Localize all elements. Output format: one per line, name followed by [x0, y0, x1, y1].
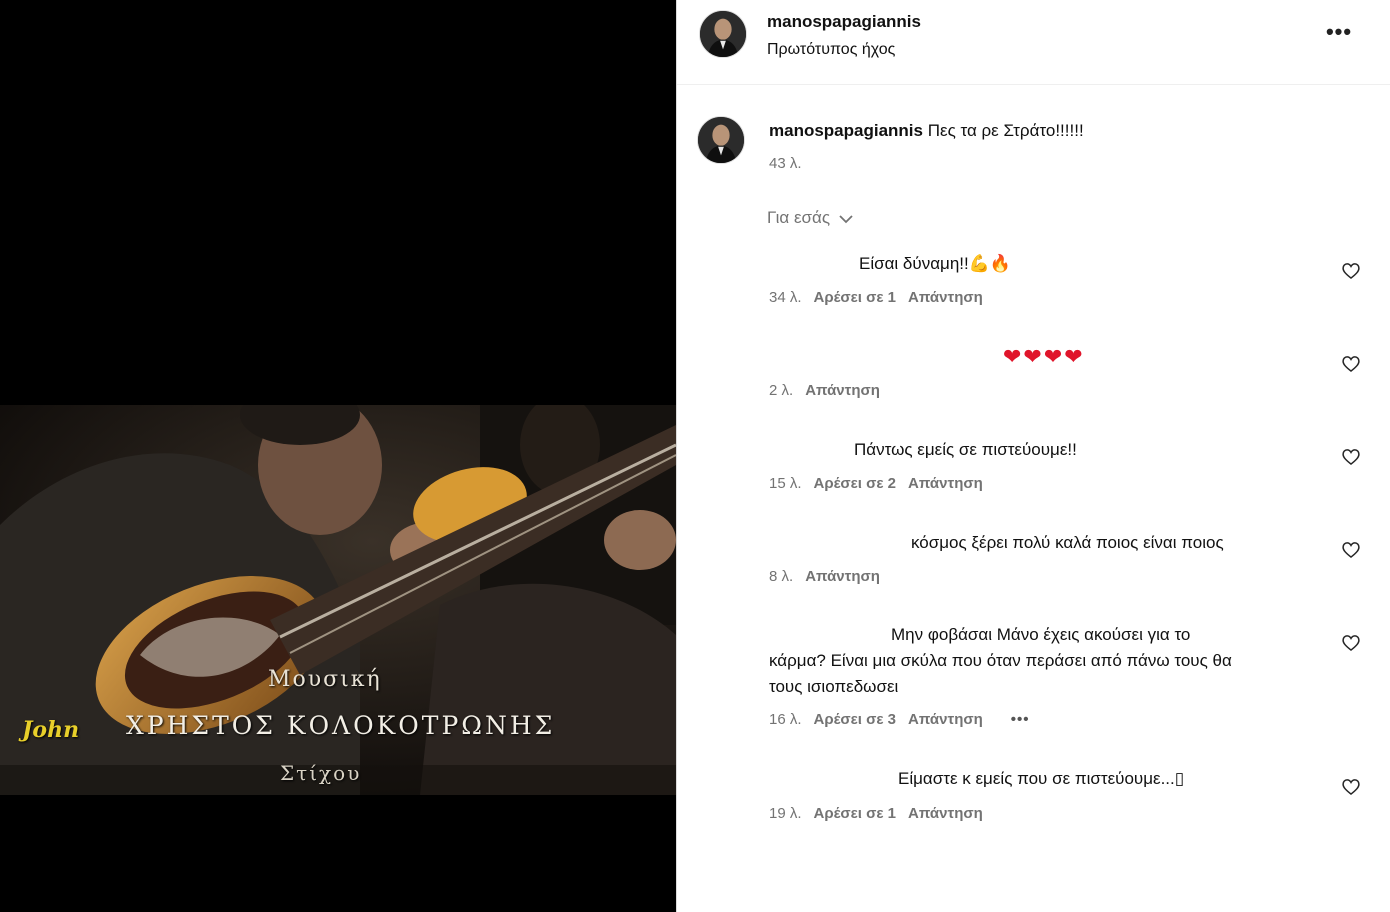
chevron-down-icon	[839, 214, 853, 223]
caption-text: manospapagiannis Πες τα ρε Στράτο!!!!!!	[769, 121, 1084, 141]
reply-button[interactable]: Απάντηση	[908, 289, 983, 306]
comment-likes[interactable]: Αρέσει σε 3	[814, 711, 897, 728]
profile-photo-icon	[700, 11, 746, 57]
like-heart-icon[interactable]	[1341, 777, 1361, 797]
header-username[interactable]: manospapagiannis	[767, 12, 921, 32]
comment-6-text: Είμαστε κ εμείς που σε πιστεύουμε...▯	[898, 766, 1184, 792]
comment-3-meta: 15 λ. Αρέσει σε 2 Απάντηση	[769, 475, 983, 492]
reply-button[interactable]: Απάντηση	[908, 475, 983, 492]
header-avatar[interactable]	[699, 10, 747, 58]
comment-1-meta: 34 λ. Αρέσει σε 1 Απάντηση	[769, 289, 983, 306]
comment-time: 8 λ.	[769, 568, 794, 585]
like-heart-icon[interactable]	[1341, 447, 1361, 467]
video-caption-small: Μουσική	[268, 667, 382, 692]
like-heart-icon[interactable]	[1341, 354, 1361, 374]
comment-5-line3: τους ισιοπεδωσει	[769, 677, 899, 696]
comment-time: 2 λ.	[769, 382, 794, 399]
comment-time: 16 λ.	[769, 711, 802, 728]
comment-2-meta: 2 λ. Απάντηση	[769, 382, 880, 399]
video-frame[interactable]: Μουσική John ΧΡΗΣΤΟΣ ΚΟΛΟΚΟΤΡΩΝΗΣ Στίχου	[0, 405, 676, 795]
profile-photo-icon	[698, 117, 744, 163]
comment-2-text: ❤❤❤❤	[1003, 344, 1085, 369]
comment-time: 19 λ.	[769, 805, 802, 822]
fire-emoji: 🔥	[989, 254, 1012, 273]
comment-likes[interactable]: Αρέσει σε 2	[814, 475, 897, 492]
comment-likes[interactable]: Αρέσει σε 1	[814, 805, 897, 822]
caption-time: 43 λ.	[769, 155, 802, 172]
video-caption-john: John	[22, 717, 80, 743]
reply-button[interactable]: Απάντηση	[805, 382, 880, 399]
caption-body: Πες τα ρε Στράτο!!!!!!	[927, 121, 1084, 140]
muscle-emoji: 💪	[968, 254, 990, 273]
unknown-glyph: ▯	[1174, 769, 1185, 788]
comment-1-text: Είσαι δύναμη!!💪🔥	[859, 251, 1011, 277]
comment-5-line1: Μην φοβάσαι Μάνο έχεις ακούσει για το	[891, 625, 1191, 644]
post-side-panel: manospapagiannis Πρωτότυπος ήχος ••• man…	[676, 0, 1390, 912]
like-heart-icon[interactable]	[1341, 261, 1361, 281]
comment-5-meta: 16 λ. Αρέσει σε 3 Απάντηση •••	[769, 711, 1030, 728]
reply-button[interactable]: Απάντηση	[908, 711, 983, 728]
more-options-icon[interactable]: •••	[1325, 21, 1353, 46]
comment-sort-dropdown[interactable]: Για εσάς	[767, 208, 855, 228]
comment-4-meta: 8 λ. Απάντηση	[769, 568, 880, 585]
video-caption-sub: Στίχου	[280, 761, 362, 785]
like-heart-icon[interactable]	[1341, 633, 1361, 653]
comment-time: 15 λ.	[769, 475, 802, 492]
comment-5-line2: κάρμα? Είναι μια σκύλα που όταν περάσει …	[769, 651, 1232, 670]
caption-username[interactable]: manospapagiannis	[769, 121, 923, 140]
comment-4-text: κόσμος ξέρει πολύ καλά ποιος είναι ποιος	[911, 533, 1224, 552]
like-heart-icon[interactable]	[1341, 540, 1361, 560]
video-caption-main: ΧΡΗΣΤΟΣ ΚΟΛΟΚΟΤΡΩΝΗΣ	[126, 711, 556, 740]
reply-button[interactable]: Απάντηση	[805, 568, 880, 585]
comment-time: 34 λ.	[769, 289, 802, 306]
comment-6-meta: 19 λ. Αρέσει σε 1 Απάντηση	[769, 805, 983, 822]
original-audio-link[interactable]: Πρωτότυπος ήχος	[767, 41, 895, 59]
caption-avatar[interactable]	[697, 116, 745, 164]
comment-text-body: Είσαι δύναμη!!	[859, 254, 969, 273]
comment-text-body: Είμαστε κ εμείς που σε πιστεύουμε...	[898, 769, 1175, 788]
header-divider	[677, 84, 1390, 85]
comment-likes[interactable]: Αρέσει σε 1	[814, 289, 897, 306]
video-player[interactable]: Μουσική John ΧΡΗΣΤΟΣ ΚΟΛΟΚΟΤΡΩΝΗΣ Στίχου	[0, 0, 676, 912]
sort-label: Για εσάς	[767, 208, 831, 227]
reply-button[interactable]: Απάντηση	[908, 805, 983, 822]
comment-more-icon[interactable]: •••	[1011, 711, 1030, 728]
comment-3-text: Πάντως εμείς σε πιστεύουμε!!	[854, 440, 1077, 459]
